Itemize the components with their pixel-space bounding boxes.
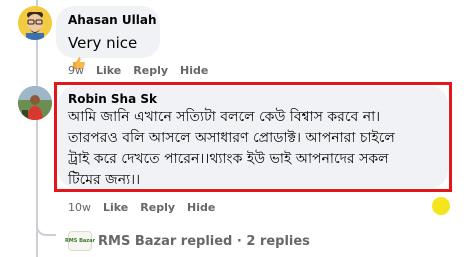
hide-button[interactable]: Hide (180, 64, 208, 78)
reply-thread-connector (36, 210, 56, 236)
comment-actions: 10w Like Reply Hide (68, 201, 215, 215)
comment-bubble: Ahasan Ullah Very nice (56, 6, 160, 69)
view-replies-link[interactable]: RMS Bazar RMS Bazar replied · 2 replies (65, 231, 310, 251)
reply-button[interactable]: Reply (140, 201, 175, 215)
comment-text: Very nice (68, 34, 138, 52)
cartoon-avatar-icon (18, 6, 52, 40)
replies-summary[interactable]: RMS Bazar replied · 2 replies (98, 234, 310, 249)
avatar[interactable] (18, 86, 52, 120)
like-button[interactable]: Like (103, 201, 128, 215)
marker-dot (432, 197, 450, 215)
highlight-box (54, 82, 452, 192)
avatar[interactable] (18, 6, 52, 40)
like-button[interactable]: Like (96, 64, 121, 78)
rms-bazar-logo: RMS Bazar (65, 231, 95, 251)
reply-button[interactable]: Reply (133, 64, 168, 78)
comment-timestamp[interactable]: 9w (68, 64, 84, 78)
comment-actions: 9w Like Reply Hide (68, 64, 208, 78)
comment-author[interactable]: Ahasan Ullah (68, 13, 157, 28)
comment-timestamp[interactable]: 10w (68, 201, 91, 215)
hide-button[interactable]: Hide (187, 201, 215, 215)
profile-photo-icon (18, 86, 52, 120)
